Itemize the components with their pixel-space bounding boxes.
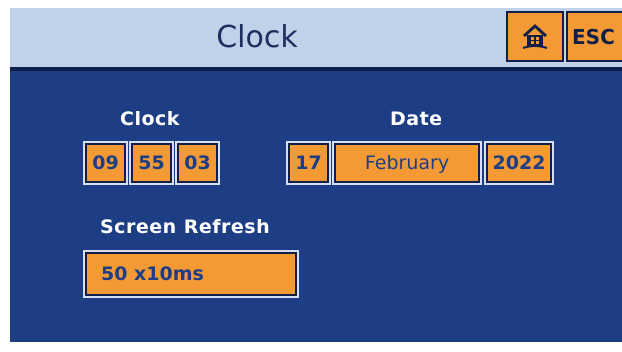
header-bar: Clock ESC <box>10 8 622 71</box>
hmi-screen: Clock ESC Clock Date 09 55 03 17 Februar… <box>10 8 622 342</box>
clock-minutes-field[interactable]: 55 <box>129 141 174 185</box>
clock-label: Clock <box>120 108 180 130</box>
home-button[interactable] <box>506 11 564 62</box>
screen-refresh-field[interactable]: 50 x10ms <box>83 250 299 298</box>
home-icon <box>522 23 548 49</box>
esc-button[interactable]: ESC <box>566 11 622 62</box>
date-label: Date <box>390 108 443 130</box>
clock-seconds-field[interactable]: 03 <box>175 141 220 185</box>
clock-hours-field[interactable]: 09 <box>83 141 128 185</box>
screen-refresh-label: Screen Refresh <box>100 216 271 238</box>
date-day-field[interactable]: 17 <box>286 141 331 185</box>
date-month-field[interactable]: February <box>332 141 482 185</box>
date-year-field[interactable]: 2022 <box>484 141 554 185</box>
page-title: Clock <box>216 20 298 55</box>
